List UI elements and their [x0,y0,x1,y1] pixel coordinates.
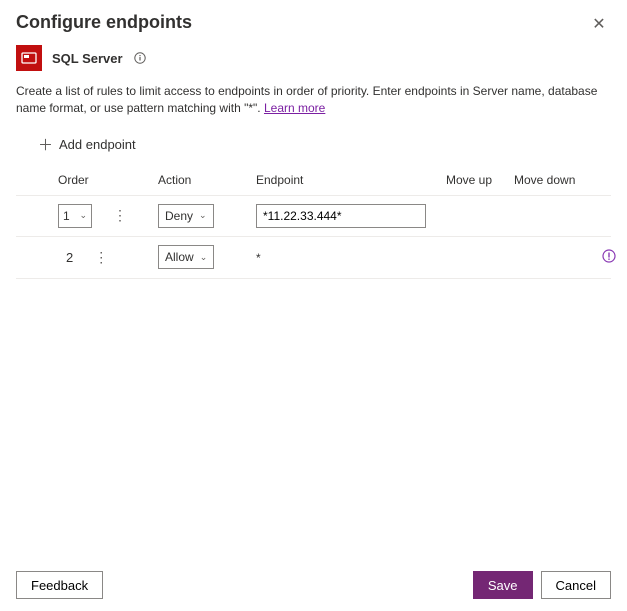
service-row: SQL Server [0,41,627,79]
col-action: Action [158,173,256,187]
table-row: 1⌄⋮Deny⌄ [16,195,611,237]
col-order: Order [58,173,158,187]
add-endpoint-label: Add endpoint [59,137,136,152]
chevron-down-icon: ⌄ [199,210,207,221]
plus-icon: ＋ [38,134,53,155]
chevron-down-icon: ⌄ [79,210,87,221]
action-value: Deny [165,209,193,223]
info-icon[interactable] [133,51,147,65]
close-button[interactable]: ✕ [587,12,611,36]
learn-more-link[interactable]: Learn more [264,101,325,115]
info-icon[interactable] [602,251,616,266]
footer: Feedback Save Cancel [0,561,627,611]
endpoint-text: * [256,251,261,265]
close-icon: ✕ [592,16,605,33]
action-value: Allow [165,250,194,264]
chevron-down-icon: ⌄ [200,252,208,263]
description: Create a list of rules to limit access t… [0,79,627,126]
service-name: SQL Server [52,51,123,66]
endpoints-table: Order Action Endpoint Move up Move down … [0,163,627,279]
col-movedown: Move down [514,173,602,187]
panel-title: Configure endpoints [16,12,611,33]
row-menu-button[interactable]: ⋮ [112,207,128,224]
col-endpoint: Endpoint [256,173,446,187]
table-header: Order Action Endpoint Move up Move down [16,163,611,195]
action-select[interactable]: Deny ⌄ [158,204,214,228]
row-menu-button[interactable]: ⋮ [93,249,109,266]
order-select[interactable]: 1⌄ [58,204,92,228]
action-select[interactable]: Allow ⌄ [158,245,214,269]
endpoint-input[interactable] [256,204,426,228]
feedback-button[interactable]: Feedback [16,571,103,599]
add-endpoint-button[interactable]: ＋ Add endpoint [0,126,627,163]
save-button[interactable]: Save [473,571,533,599]
sql-server-icon [16,45,42,71]
order-value: 1 [63,209,70,223]
cancel-button[interactable]: Cancel [541,571,611,599]
col-moveup: Move up [446,173,514,187]
order-value: 2 [58,250,73,265]
table-row: 2 ⋮ Allow ⌄ * [16,237,611,279]
